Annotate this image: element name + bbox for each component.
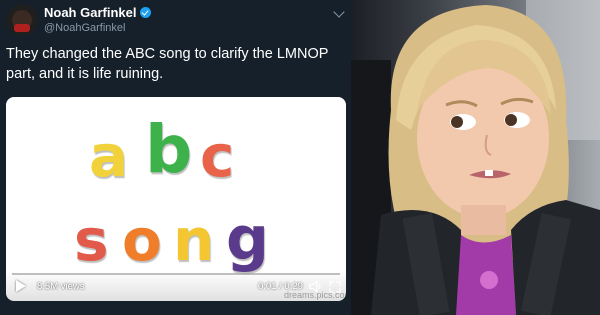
tweet-text: They changed the ABC song to clarify the… bbox=[6, 46, 329, 82]
tweet-card: Noah Garfinkel @NoahGarfinkel They chang… bbox=[0, 0, 351, 315]
clay-letter-a: a bbox=[89, 122, 129, 190]
chevron-down-icon[interactable] bbox=[333, 6, 345, 18]
meme-frame: Noah Garfinkel @NoahGarfinkel They chang… bbox=[0, 0, 600, 315]
author-handle[interactable]: @NoahGarfinkel bbox=[44, 22, 125, 34]
clay-letter-g: g bbox=[226, 204, 269, 274]
girl-side-eye-image bbox=[351, 0, 600, 315]
reaction-photo bbox=[351, 0, 600, 315]
clay-letter-c: c bbox=[200, 122, 235, 190]
view-count: 8.5M views bbox=[37, 281, 85, 292]
author-name-text[interactable]: Noah Garfinkel bbox=[44, 5, 136, 20]
play-icon[interactable] bbox=[16, 280, 26, 292]
clay-letter-o: o bbox=[122, 206, 162, 274]
watermark: dreams.pics.com bbox=[284, 290, 346, 300]
clay-letter-n: n bbox=[173, 206, 215, 274]
clay-letter-b: b bbox=[145, 111, 193, 188]
video-player[interactable]: a b c s o n g 8.5M views 0:01 / 0:29 dre… bbox=[6, 97, 346, 301]
verified-badge-icon bbox=[140, 7, 152, 18]
avatar[interactable] bbox=[6, 4, 38, 36]
clay-letter-s: s bbox=[74, 206, 109, 274]
author-name[interactable]: Noah Garfinkel bbox=[44, 5, 152, 20]
progress-bar[interactable] bbox=[12, 273, 340, 275]
